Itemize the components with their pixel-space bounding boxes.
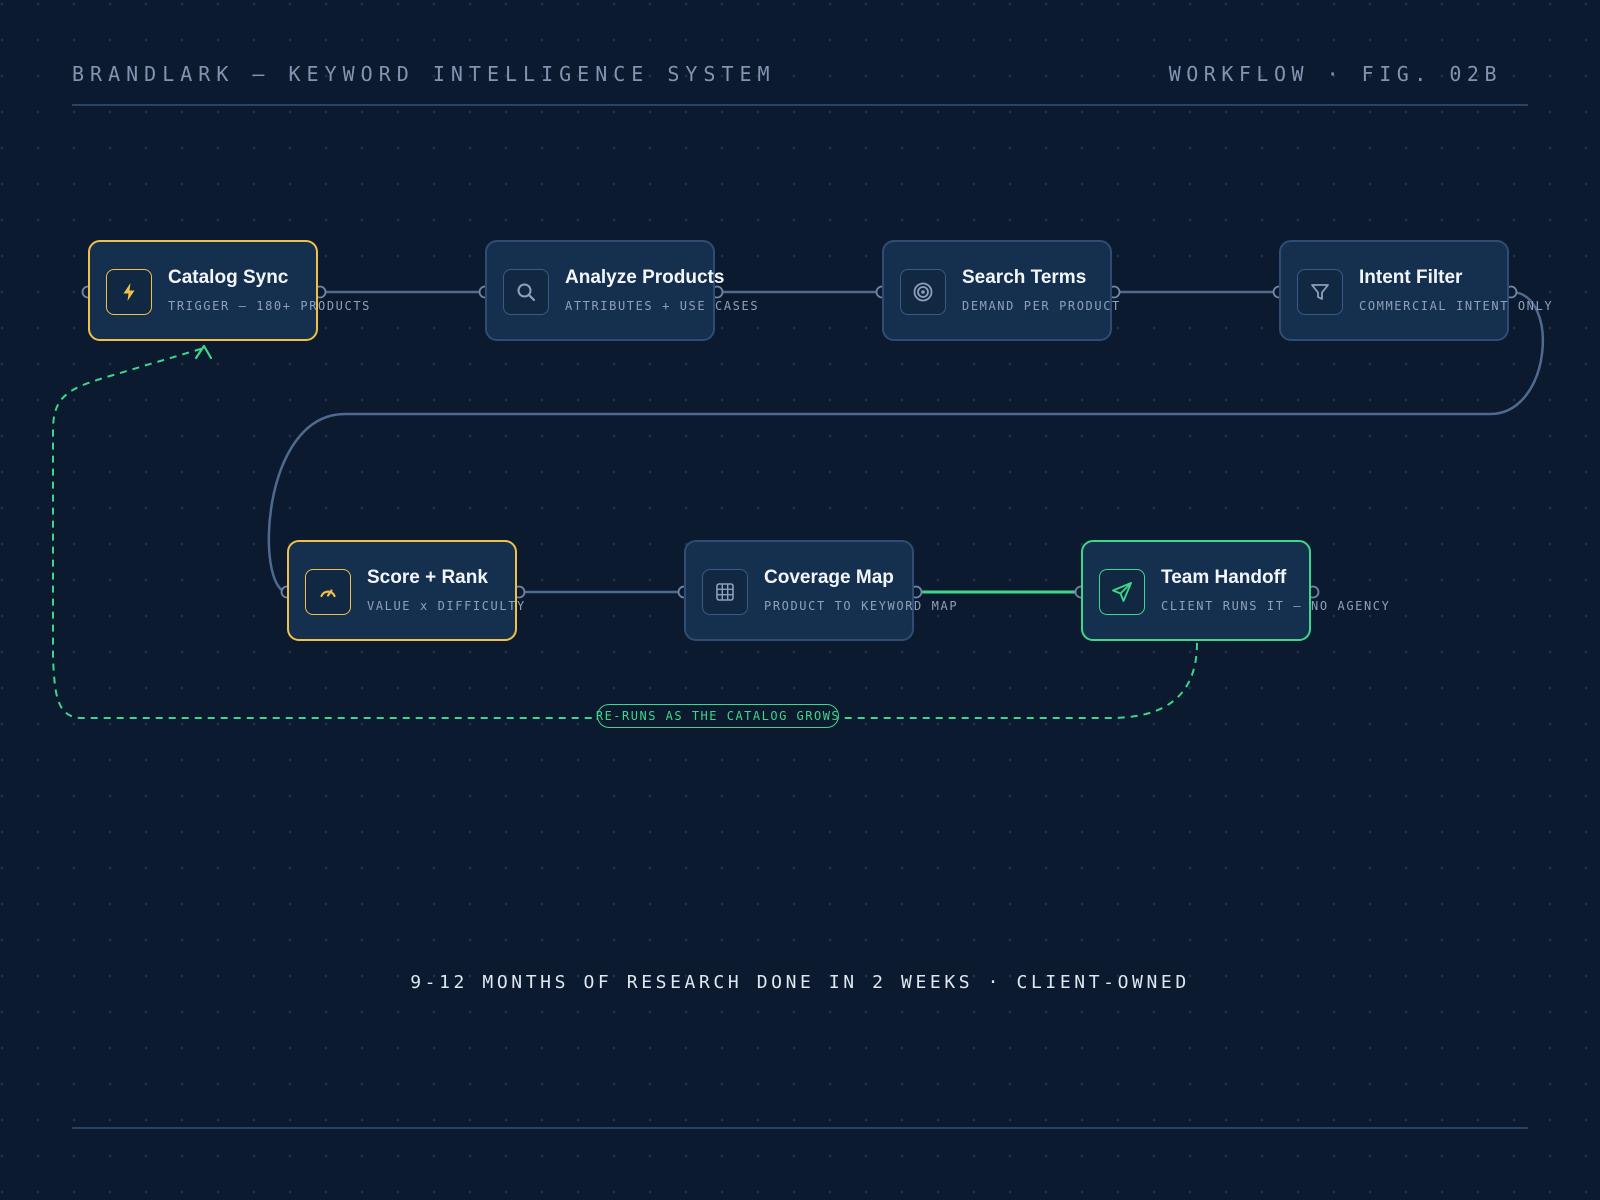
node-intent-filter[interactable]: Intent Filter COMMERCIAL INTENT ONLY bbox=[1279, 240, 1552, 341]
search-icon bbox=[503, 269, 549, 315]
node-title: Score + Rank bbox=[367, 567, 488, 588]
node-title: Search Terms bbox=[962, 267, 1087, 288]
node-title: Intent Filter bbox=[1359, 267, 1463, 288]
grid-icon bbox=[702, 569, 748, 615]
filter-icon bbox=[1297, 269, 1343, 315]
node-subtitle: PRODUCT TO KEYWORD MAP bbox=[764, 599, 959, 613]
node-search-terms[interactable]: Search Terms DEMAND PER PRODUCT bbox=[882, 240, 1119, 341]
node-title: Analyze Products bbox=[565, 267, 725, 288]
loop-label: RE-RUNS AS THE CATALOG GROWS bbox=[596, 704, 839, 728]
node-subtitle: COMMERCIAL INTENT ONLY bbox=[1359, 299, 1554, 313]
node-analyze-products[interactable]: Analyze Products ATTRIBUTES + USE CASES bbox=[485, 240, 758, 341]
node-subtitle: TRIGGER — 180+ PRODUCTS bbox=[168, 299, 371, 313]
node-score-rank[interactable]: Score + Rank VALUE x DIFFICULTY bbox=[287, 540, 524, 641]
node-team-handoff[interactable]: Team Handoff CLIENT RUNS IT — NO AGENCY bbox=[1081, 540, 1389, 641]
loop-arrowhead-icon bbox=[194, 344, 213, 360]
header-title: BRANDLARK — KEYWORD INTELLIGENCE SYSTEM bbox=[72, 62, 776, 86]
gauge-icon bbox=[305, 569, 351, 615]
node-title: Team Handoff bbox=[1161, 567, 1287, 588]
tagline: 9-12 MONTHS OF RESEARCH DONE IN 2 WEEKS … bbox=[410, 972, 1190, 993]
node-subtitle: CLIENT RUNS IT — NO AGENCY bbox=[1161, 599, 1391, 613]
node-subtitle: ATTRIBUTES + USE CASES bbox=[565, 299, 760, 313]
node-title: Catalog Sync bbox=[168, 267, 289, 288]
node-catalog-sync[interactable]: Catalog Sync TRIGGER — 180+ PRODUCTS bbox=[88, 240, 369, 341]
header-divider bbox=[72, 104, 1528, 106]
figure-label: WORKFLOW · FIG. 02B bbox=[1168, 62, 1502, 86]
node-title: Coverage Map bbox=[764, 567, 894, 588]
lightning-icon bbox=[106, 269, 152, 315]
target-icon bbox=[900, 269, 946, 315]
node-subtitle: VALUE x DIFFICULTY bbox=[367, 599, 526, 613]
edge-team-handoff-loop-to-catalog-sync bbox=[52, 347, 1198, 719]
node-coverage-map[interactable]: Coverage Map PRODUCT TO KEYWORD MAP bbox=[684, 540, 957, 641]
send-icon bbox=[1099, 569, 1145, 615]
footer-divider bbox=[72, 1127, 1528, 1129]
node-subtitle: DEMAND PER PRODUCT bbox=[962, 299, 1121, 313]
